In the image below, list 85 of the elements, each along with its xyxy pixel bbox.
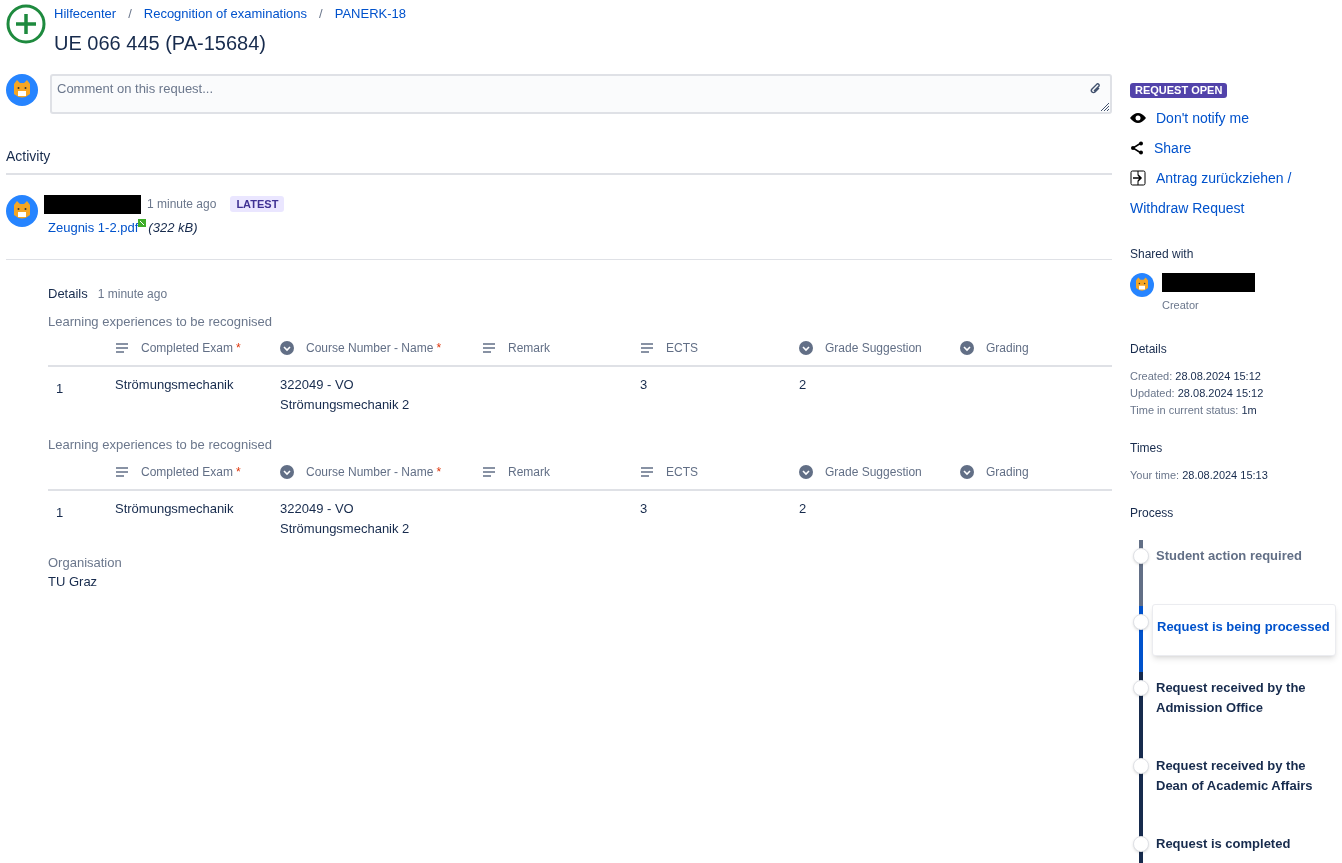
row-number: 1	[55, 380, 65, 398]
process-step: Request is completed	[1152, 827, 1336, 854]
download-icon	[138, 218, 147, 227]
breadcrumb-link[interactable]: Recognition of examinations	[143, 4, 308, 24]
required-mark: *	[436, 340, 442, 357]
chevron-down-icon	[799, 341, 813, 355]
lines-icon	[115, 465, 129, 478]
share-icon	[1130, 141, 1144, 155]
column-header: Remark	[508, 463, 550, 481]
lines-icon	[640, 342, 654, 354]
table-cell-text: 3	[640, 499, 649, 518]
lines-icon	[640, 465, 654, 478]
sidebar-heading: Times	[1130, 439, 1164, 457]
breadcrumb-link[interactable]: Hilfecenter	[54, 4, 117, 24]
exit-icon	[1130, 170, 1146, 186]
table-cell-text: Strömungsmechanik	[115, 499, 235, 518]
column-header: Completed Exam	[141, 340, 234, 357]
lines-icon	[115, 342, 129, 354]
table-caption: Learning experiences to be recognised	[48, 436, 274, 454]
plus-circle-icon	[6, 4, 46, 44]
sidebar-action-link[interactable]: Share	[1154, 137, 1192, 159]
field-label: Organisation	[48, 553, 123, 572]
process-step: Request is being processed	[1152, 603, 1336, 656]
table-cell-text: 322049 - VO Strömungsmechanik 2	[280, 376, 411, 414]
lines-icon	[482, 342, 496, 354]
attachment-size: (322 kB)	[148, 218, 198, 237]
chevron-down-icon	[280, 341, 294, 355]
column-header: Grading	[986, 463, 1029, 481]
column-header: ECTS	[666, 340, 698, 357]
eye-icon	[1130, 112, 1146, 124]
table-cell-text: 2	[799, 499, 808, 518]
sidebar-action-link[interactable]: Don't notify me	[1156, 107, 1249, 129]
breadcrumb-separator: /	[319, 5, 323, 23]
section-heading: Activity	[6, 145, 1112, 175]
column-header: Course Number - Name	[306, 340, 434, 357]
paperclip-icon[interactable]	[1090, 81, 1102, 96]
activity-time: 1 minute ago	[147, 196, 217, 213]
attachment-link[interactable]: Zeugnis 1-2.pdf	[48, 217, 139, 237]
breadcrumb-link[interactable]: PANERK-18	[334, 4, 406, 24]
sidebar-heading: Shared with	[1130, 246, 1195, 263]
detail-line: Time in current status: 1m	[1130, 402, 1258, 418]
column-header: Grade Suggestion	[825, 340, 922, 357]
required-mark: *	[436, 463, 442, 481]
process-step: Student action required	[1152, 539, 1336, 566]
details-time: 1 minute ago	[97, 286, 168, 303]
row-number: 1	[55, 503, 65, 522]
chevron-down-icon	[960, 464, 974, 479]
page-title: UE 066 445 (PA-15684)	[54, 30, 267, 56]
cat-avatar-icon	[6, 73, 38, 106]
chevron-down-icon	[960, 341, 974, 355]
sidebar-heading: Process	[1130, 504, 1175, 522]
comment-field[interactable]: Comment on this request...	[50, 73, 1112, 114]
chevron-down-icon	[280, 464, 294, 479]
required-mark: *	[236, 463, 241, 481]
chevron-down-icon	[799, 464, 813, 479]
sidebar-heading: Details	[1130, 340, 1168, 358]
breadcrumb-separator: /	[128, 5, 132, 23]
required-mark: *	[236, 340, 241, 357]
process-step: Request received by the Admission Office	[1152, 671, 1336, 718]
sidebar-action-link[interactable]: Antrag zurückziehen /	[1156, 167, 1292, 189]
table-caption: Learning experiences to be recognised	[48, 312, 274, 331]
field-value: TU Graz	[48, 573, 99, 591]
detail-line: Updated: 28.08.2024 15:12	[1130, 385, 1265, 401]
latest-badge: LATEST	[230, 195, 285, 213]
cat-avatar-icon	[6, 194, 38, 227]
detail-line: Created: 28.08.2024 15:12	[1130, 368, 1262, 384]
resize-handle-icon[interactable]	[1100, 101, 1110, 112]
table-cell-text: 322049 - VO Strömungsmechanik 2	[280, 499, 411, 538]
column-header: Grading	[986, 340, 1029, 357]
sidebar-action-link[interactable]: Withdraw Request	[1130, 197, 1245, 219]
table-cell-text: 3	[640, 376, 649, 394]
table-cell-text: 2	[799, 376, 808, 394]
process-step: Request received by the Dean of Academic Affairs	[1152, 749, 1336, 796]
status-badge: REQUEST OPEN	[1130, 83, 1228, 98]
shared-role: Creator	[1162, 298, 1200, 313]
detail-line: Your time: 28.08.2024 15:13	[1130, 467, 1269, 483]
lines-icon	[482, 465, 496, 478]
column-header: ECTS	[666, 463, 698, 481]
column-header: Grade Suggestion	[825, 463, 922, 481]
column-header: Completed Exam	[141, 463, 234, 481]
cat-avatar-icon	[1130, 273, 1154, 297]
column-header: Remark	[508, 340, 550, 357]
details-heading: Details	[48, 285, 88, 303]
table-cell-text: Strömungsmechanik	[115, 376, 235, 394]
column-header: Course Number - Name	[306, 463, 434, 481]
